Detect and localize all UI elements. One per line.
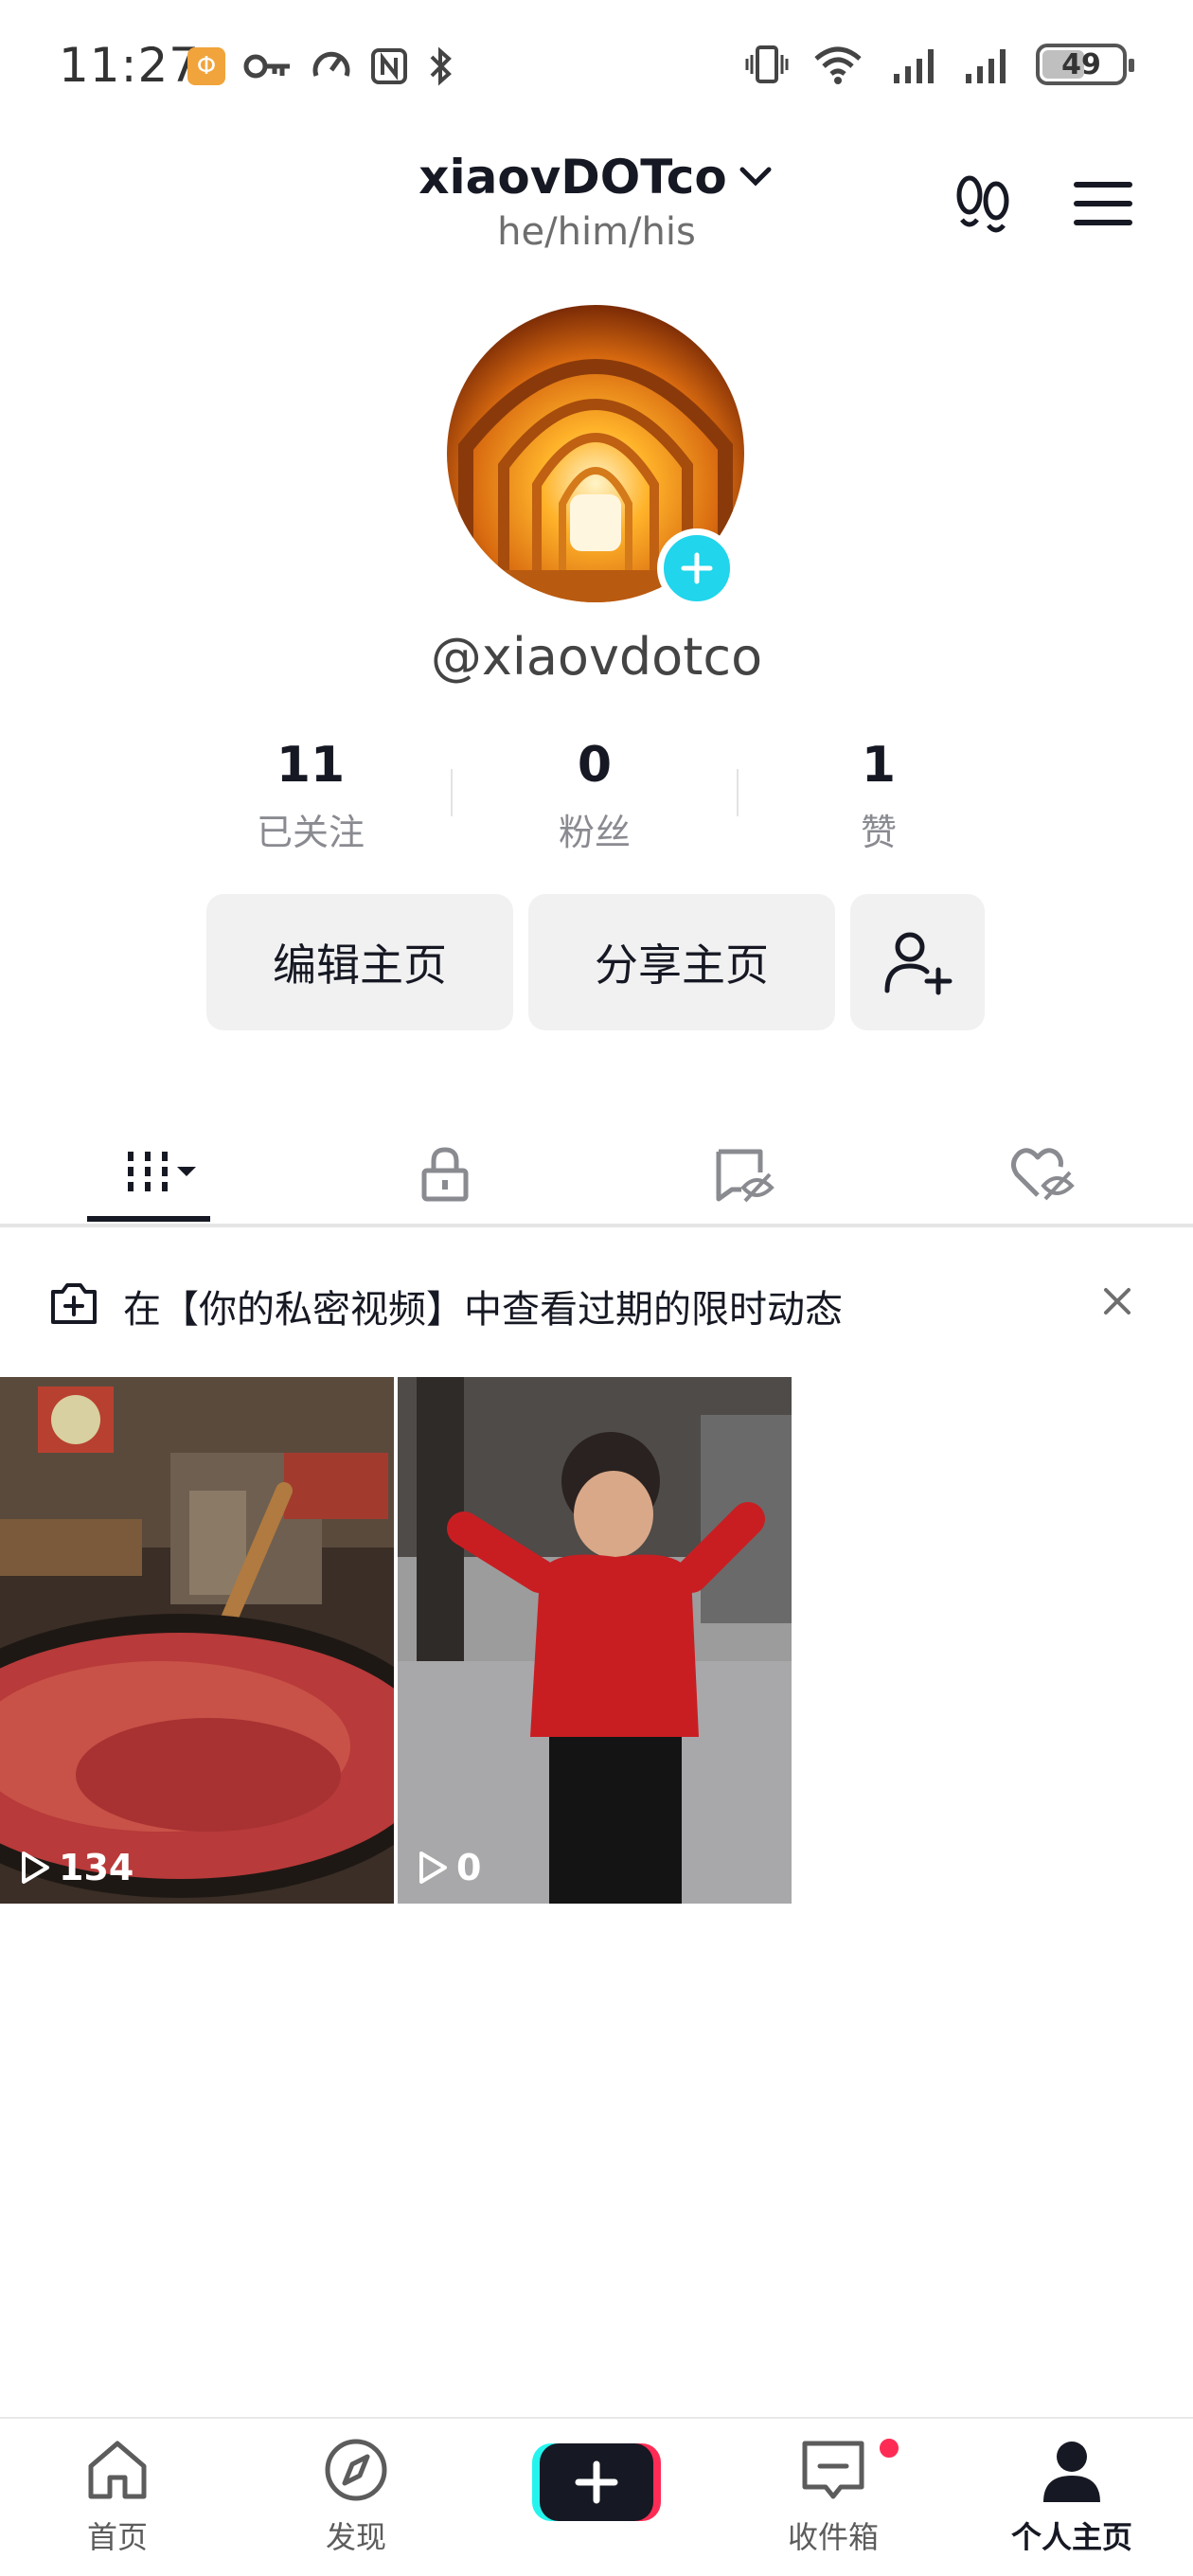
stat-likes[interactable]: 1 赞: [784, 737, 973, 855]
stat-following[interactable]: 11 已关注: [216, 737, 405, 855]
home-icon: [88, 2441, 147, 2499]
vibrate-icon: [745, 45, 789, 83]
video-thumbnail-image: [398, 1377, 792, 1904]
video-thumbnail[interactable]: 134: [0, 1377, 394, 1904]
stat-divider: [451, 769, 453, 816]
speedometer-icon: [312, 51, 350, 77]
content-tabs: [0, 1125, 1193, 1227]
signal-sim1-icon: [894, 49, 934, 83]
tab-videos[interactable]: [83, 1125, 216, 1224]
username: xiaovDOTco: [418, 150, 727, 205]
video-view-count: 134: [19, 1847, 134, 1888]
hidden-bookmark-icon: [716, 1149, 775, 1203]
hidden-heart-icon: [1011, 1148, 1075, 1201]
create-button[interactable]: [532, 2440, 661, 2525]
chevron-down-icon: [739, 167, 772, 187]
stat-following-label: 已关注: [256, 812, 365, 853]
profile-handle: @xiaovdotco: [430, 627, 763, 687]
battery-level: 49: [1061, 47, 1101, 81]
status-time: 11:27: [59, 38, 201, 93]
key-icon: [243, 54, 290, 79]
video-views-label: 0: [456, 1847, 482, 1888]
app-notification-icon: Φ: [187, 47, 225, 85]
stat-likes-label: 赞: [860, 812, 897, 853]
video-thumbnail-image: [0, 1377, 394, 1904]
add-friends-button[interactable]: [850, 894, 985, 1030]
grid-icon: [128, 1152, 196, 1191]
video-views-label: 134: [59, 1847, 134, 1888]
profile-stats: 11 已关注 0 粉丝 1 赞: [0, 737, 1193, 860]
add-avatar-button[interactable]: [657, 528, 737, 608]
signal-sim2-icon: [966, 49, 1006, 83]
expired-stories-banner[interactable]: 在【你的私密视频】中查看过期的限时动态: [0, 1250, 1193, 1354]
video-grid: 134 0: [0, 1377, 795, 1904]
tab-liked[interactable]: [977, 1125, 1110, 1224]
video-thumbnail[interactable]: 0: [398, 1377, 792, 1904]
stat-following-count: 11: [276, 737, 346, 794]
profile-actions: 编辑主页 分享主页: [0, 894, 1193, 1030]
stat-divider: [737, 769, 739, 816]
add-user-icon: [884, 932, 953, 995]
play-icon: [419, 1852, 447, 1884]
battery-icon: 49: [1036, 44, 1134, 85]
stat-followers-label: 粉丝: [558, 812, 631, 853]
nav-profile[interactable]: 个人主页: [996, 2419, 1148, 2576]
nav-discover[interactable]: 发现: [280, 2419, 432, 2576]
menu-icon[interactable]: [1070, 170, 1136, 237]
nav-home[interactable]: 首页: [42, 2419, 193, 2576]
nav-discover-label: 发现: [325, 2519, 386, 2555]
status-icons-left: Φ: [187, 45, 454, 87]
bluetooth-icon: [430, 46, 452, 86]
play-icon: [22, 1852, 49, 1884]
profile-icon: [1043, 2442, 1100, 2502]
account-switcher[interactable]: xiaovDOTco: [418, 150, 775, 205]
banner-text: 在【你的私密视频】中查看过期的限时动态: [123, 1288, 843, 1332]
active-tab-indicator: [87, 1216, 210, 1222]
status-icons-right: 49: [744, 44, 1134, 85]
edit-profile-button[interactable]: 编辑主页: [206, 894, 513, 1030]
stat-likes-count: 1: [861, 737, 897, 794]
nav-profile-label: 个人主页: [1010, 2519, 1132, 2555]
camera-plus-icon: [51, 1283, 97, 1324]
compass-icon: [325, 2439, 387, 2501]
nfc-icon: [371, 48, 407, 84]
tab-reposts[interactable]: [678, 1125, 810, 1224]
nav-home-label: 首页: [86, 2519, 148, 2555]
stat-followers[interactable]: 0 粉丝: [500, 737, 689, 855]
stat-followers-count: 0: [577, 737, 613, 794]
lock-icon: [421, 1147, 469, 1202]
status-bar: 11:27 Φ 49: [0, 0, 1193, 133]
nav-inbox-label: 收件箱: [787, 2519, 879, 2555]
inbox-icon: [802, 2441, 864, 2499]
video-view-count: 0: [417, 1847, 481, 1888]
close-icon[interactable]: [1098, 1282, 1136, 1320]
tab-private[interactable]: [379, 1125, 511, 1224]
footprints-icon[interactable]: [947, 167, 1023, 242]
wifi-icon: [814, 46, 862, 84]
inbox-notification-badge: [877, 2436, 901, 2460]
bottom-navigation: 首页 发现 收件箱 个人主页: [0, 2417, 1193, 2576]
share-profile-button[interactable]: 分享主页: [528, 894, 835, 1030]
plus-icon: [681, 552, 713, 584]
